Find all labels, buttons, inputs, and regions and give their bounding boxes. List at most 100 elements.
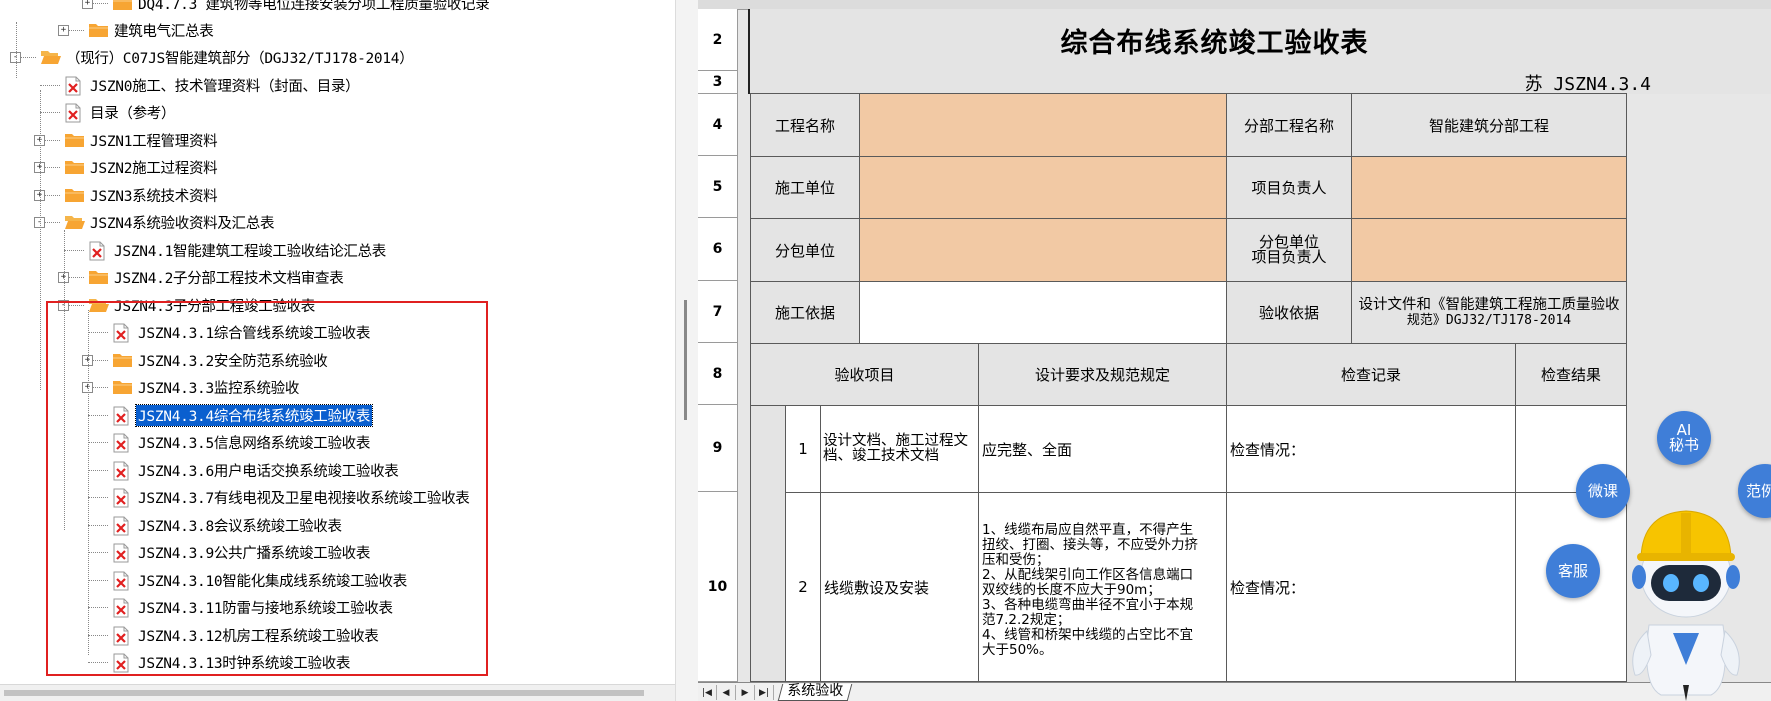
scrollbar-thumb[interactable] <box>4 690 644 696</box>
customer-service-button[interactable]: 客服 <box>1546 544 1600 598</box>
row-header-8[interactable]: 8 <box>698 343 738 405</box>
row-header-9[interactable]: 9 <box>698 405 738 492</box>
file-tree-pane[interactable]: + DQ4.7.3 建筑物等电位连接安装分项工程质量验收记录 + 建筑电气汇总表 - （现… <box>0 0 675 701</box>
label-construction-unit[interactable]: 施工单位 <box>750 156 860 219</box>
input-project-name[interactable] <box>859 93 1227 157</box>
folder-icon <box>88 21 108 39</box>
label-project-name[interactable]: 工程名称 <box>750 93 860 157</box>
acceptance-basis-line2: 规范》DGJ32/TJ178-2014 <box>1406 312 1572 328</box>
input-construction-basis[interactable] <box>859 281 1227 344</box>
value-sub-project-name[interactable]: 智能建筑分部工程 <box>1351 93 1627 157</box>
label-subcontract-unit[interactable]: 分包单位 <box>750 218 860 282</box>
tree-item-11[interactable]: JSZN4.2子分部工程技术文档审查表 <box>88 266 345 288</box>
form-code: 苏 JSZN4.3.4 <box>748 71 1771 94</box>
next-sheet-button[interactable]: ▶ <box>736 685 755 700</box>
last-sheet-button[interactable]: ▶| <box>755 685 774 700</box>
expand-icon[interactable]: + <box>58 25 69 36</box>
sheet-grid[interactable]: 2 3 4 5 6 7 8 9 10 综合布线系统竣工验收表 苏 JSZN4.3… <box>698 0 1771 682</box>
label-project-lead[interactable]: 项目负责人 <box>1226 156 1352 219</box>
row2-req-line-4: 2、从配线架引向工作区各信息端口 <box>982 567 1194 583</box>
group-column-cell[interactable] <box>750 405 786 682</box>
tree-item-5[interactable]: 目录（参考） <box>64 101 177 123</box>
pane-splitter[interactable] <box>675 0 700 701</box>
input-subcontract-lead[interactable] <box>1351 218 1627 282</box>
label-construction-basis[interactable]: 施工依据 <box>750 281 860 344</box>
header-record[interactable]: 检查记录 <box>1226 343 1516 406</box>
row2-req-line-7: 范7.2.2规定； <box>982 612 1071 628</box>
sheet-tab-system-acceptance[interactable]: 系统验收 <box>777 683 853 701</box>
value-acceptance-basis[interactable]: 设计文件和《智能建筑工程施工质量验收 规范》DGJ32/TJ178-2014 <box>1351 281 1627 344</box>
folder-icon <box>112 0 132 12</box>
header-item[interactable]: 验收项目 <box>750 343 979 406</box>
folder-icon <box>64 158 84 176</box>
expand-icon[interactable]: + <box>82 0 93 9</box>
prev-sheet-button[interactable]: ◀ <box>717 685 736 700</box>
tree-horizontal-scrollbar[interactable] <box>0 684 675 701</box>
tree-item-label: （现行）C07JS智能建筑部分（DGJ32/TJ178-2014） <box>66 50 414 67</box>
row1-record[interactable]: 检查情况： <box>1226 405 1516 493</box>
acceptance-basis-line1: 设计文件和《智能建筑工程施工质量验收 <box>1358 296 1620 313</box>
tree-item-6[interactable]: JSZN1工程管理资料 <box>64 129 219 151</box>
header-requirement[interactable]: 设计要求及规范规定 <box>978 343 1227 406</box>
row2-req-line-8: 4、线管和桥架中线缆的占空比不宜 <box>982 627 1194 643</box>
row-header-2[interactable]: 2 <box>698 9 738 71</box>
tree-vertical-scroll-indicator[interactable] <box>684 300 687 420</box>
tree-item-3[interactable]: （现行）C07JS智能建筑部分（DGJ32/TJ178-2014） <box>40 46 415 68</box>
tree-item-4[interactable]: JSZN0施工、技术管理资料（封面、目录） <box>64 74 361 96</box>
first-sheet-button[interactable]: |◀ <box>698 685 717 700</box>
tree-item-8[interactable]: JSZN3系统技术资料 <box>64 184 219 206</box>
folder-open-icon <box>40 48 61 66</box>
spreadsheet-pane[interactable]: 2 3 4 5 6 7 8 9 10 综合布线系统竣工验收表 苏 JSZN4.3… <box>698 0 1771 701</box>
tree-item-1[interactable]: DQ4.7.3 建筑物等电位连接安装分项工程质量验收记录 <box>112 0 491 14</box>
input-project-lead[interactable] <box>1351 156 1627 219</box>
pdf-doc-icon <box>88 241 108 261</box>
ai-label-line2: 秘书 <box>1668 436 1699 454</box>
row1-number[interactable]: 1 <box>785 405 821 493</box>
tree-connector-line <box>40 112 60 113</box>
tree-connector-line <box>40 90 41 390</box>
folder-icon <box>64 186 84 204</box>
sheet-tab-label: 系统验收 <box>787 683 844 699</box>
row2-req-line-3: 压和受伤； <box>982 552 1050 568</box>
tree-item-2[interactable]: 建筑电气汇总表 <box>88 19 215 41</box>
label-sub-project-name[interactable]: 分部工程名称 <box>1226 93 1352 157</box>
row2-req-line-9: 大于50%。 <box>982 642 1053 658</box>
form-title: 综合布线系统竣工验收表 <box>748 9 1771 71</box>
row2-record[interactable]: 检查情况： <box>1226 492 1516 682</box>
row2-requirement[interactable]: 1、线缆布局应自然平直，不得产生 扭绞、打圈、接头等，不应受外力挤 压和受伤； … <box>978 492 1227 682</box>
pdf-doc-icon <box>64 76 84 96</box>
tree-item-10[interactable]: JSZN4.1智能建筑工程竣工验收结论汇总表 <box>88 239 388 261</box>
row1-item[interactable]: 设计文档、施工过程文 档、竣工技术文档 <box>820 405 979 493</box>
tree-item-label: 目录（参考） <box>90 105 176 122</box>
tree-item-9[interactable]: JSZN4系统验收资料及汇总表 <box>64 211 276 233</box>
row1-requirement[interactable]: 应完整、全面 <box>978 405 1227 493</box>
row2-number[interactable]: 2 <box>785 492 821 682</box>
row-header-5[interactable]: 5 <box>698 156 738 218</box>
label-subcontract-lead-line2: 项目负责人 <box>1251 248 1327 266</box>
label-acceptance-basis[interactable]: 验收依据 <box>1226 281 1352 344</box>
row1-item-line1: 设计文档、施工过程文 <box>823 433 968 449</box>
row-header-3[interactable]: 3 <box>698 71 738 94</box>
assistant-robot-icon[interactable] <box>1621 505 1751 701</box>
row-header-4[interactable]: 4 <box>698 94 738 156</box>
input-subcontract-unit[interactable] <box>859 218 1227 282</box>
tree-item-label: JSZN0施工、技术管理资料（封面、目录） <box>90 78 360 95</box>
tree-item-label: JSZN1工程管理资料 <box>90 133 218 150</box>
folder-open-icon <box>64 213 85 231</box>
header-result[interactable]: 检查结果 <box>1515 343 1627 406</box>
sheet-tab-bar: |◀ ◀ ▶ ▶| 系统验收 <box>698 682 1771 701</box>
ai-secretary-button[interactable]: AI 秘书 <box>1657 411 1711 465</box>
row2-item[interactable]: 线缆敷设及安装 <box>820 492 979 682</box>
tree-item-label: JSZN4.2子分部工程技术文档审查表 <box>114 270 344 287</box>
tree-item-label: DQ4.7.3 建筑物等电位连接安装分项工程质量验收记录 <box>138 0 490 13</box>
tree-connector-line <box>40 85 60 86</box>
label-subcontract-lead[interactable]: 分包单位 项目负责人 <box>1226 218 1352 282</box>
row2-req-line-5: 双绞线的长度不应大于90m； <box>982 582 1161 598</box>
row-header-7[interactable]: 7 <box>698 281 738 343</box>
highlight-annotation-box <box>46 301 488 676</box>
row-header-6[interactable]: 6 <box>698 218 738 281</box>
input-construction-unit[interactable] <box>859 156 1227 219</box>
tree-item-7[interactable]: JSZN2施工过程资料 <box>64 156 219 178</box>
folder-icon <box>64 131 84 149</box>
row-header-10[interactable]: 10 <box>698 492 738 682</box>
